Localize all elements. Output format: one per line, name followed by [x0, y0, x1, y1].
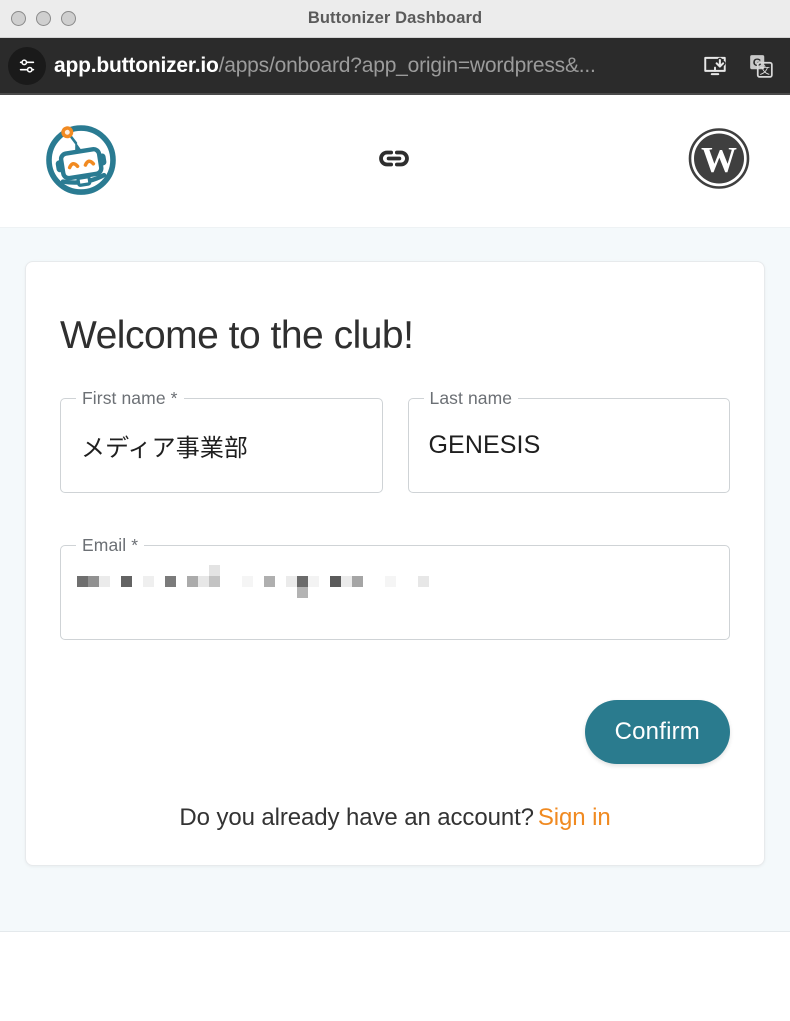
- install-app-icon[interactable]: [700, 51, 730, 81]
- window-close-button[interactable]: [11, 11, 26, 26]
- last-name-value: GENESIS: [428, 431, 541, 459]
- google-translate-icon[interactable]: G 文: [746, 51, 776, 81]
- window-zoom-button[interactable]: [61, 11, 76, 26]
- link-chain-icon: [375, 140, 413, 183]
- email-label: Email *: [76, 535, 145, 555]
- signin-prompt: Do you already have an account?: [179, 804, 534, 831]
- wordpress-logo: W: [687, 127, 751, 196]
- svg-text:文: 文: [760, 64, 770, 77]
- last-name-label: Last name: [423, 388, 519, 408]
- last-name-field[interactable]: Last name GENESIS: [407, 388, 730, 493]
- browser-urlbar[interactable]: app.buttonizer.io/apps/onboard?app_origi…: [0, 38, 790, 95]
- window-titlebar: Buttonizer Dashboard: [0, 0, 790, 38]
- url-text[interactable]: app.buttonizer.io/apps/onboard?app_origi…: [54, 54, 686, 78]
- site-settings-icon[interactable]: [8, 46, 46, 85]
- email-input[interactable]: [60, 545, 730, 640]
- url-domain: app.buttonizer.io: [54, 53, 219, 77]
- traffic-light-group: [11, 11, 76, 26]
- app-window: Buttonizer Dashboard app.buttonizer.io/a…: [0, 0, 790, 1021]
- page-title: Welcome to the club!: [60, 314, 414, 357]
- page-content: Welcome to the club! First name * メディア事業…: [0, 228, 790, 931]
- first-name-field[interactable]: First name * メディア事業部: [60, 388, 383, 493]
- window-minimize-button[interactable]: [36, 11, 51, 26]
- name-fields-row: First name * メディア事業部 Last name GENESIS: [60, 388, 730, 493]
- last-name-input[interactable]: GENESIS: [407, 398, 730, 493]
- onboarding-card: Welcome to the club! First name * メディア事業…: [25, 261, 765, 866]
- first-name-input[interactable]: メディア事業部: [60, 398, 383, 493]
- url-path: /apps/onboard?app_origin=wordpress&...: [218, 53, 596, 77]
- sign-in-link[interactable]: Sign in: [538, 804, 611, 831]
- first-name-value: メディア事業部: [81, 434, 249, 462]
- svg-text:W: W: [701, 140, 737, 180]
- first-name-label: First name *: [76, 388, 184, 408]
- confirm-button[interactable]: Confirm: [584, 700, 730, 764]
- urlbar-actions: G 文: [700, 51, 776, 81]
- page-footer: [0, 932, 790, 1017]
- email-redacted-value: [77, 564, 445, 610]
- email-field[interactable]: Email *: [60, 535, 730, 640]
- page-header: W: [0, 95, 790, 228]
- buttonizer-robot-logo: [41, 119, 121, 204]
- window-title: Buttonizer Dashboard: [307, 9, 483, 27]
- card-actions: Confirm: [60, 700, 730, 764]
- signin-row: Do you already have an account? Sign in: [60, 804, 730, 832]
